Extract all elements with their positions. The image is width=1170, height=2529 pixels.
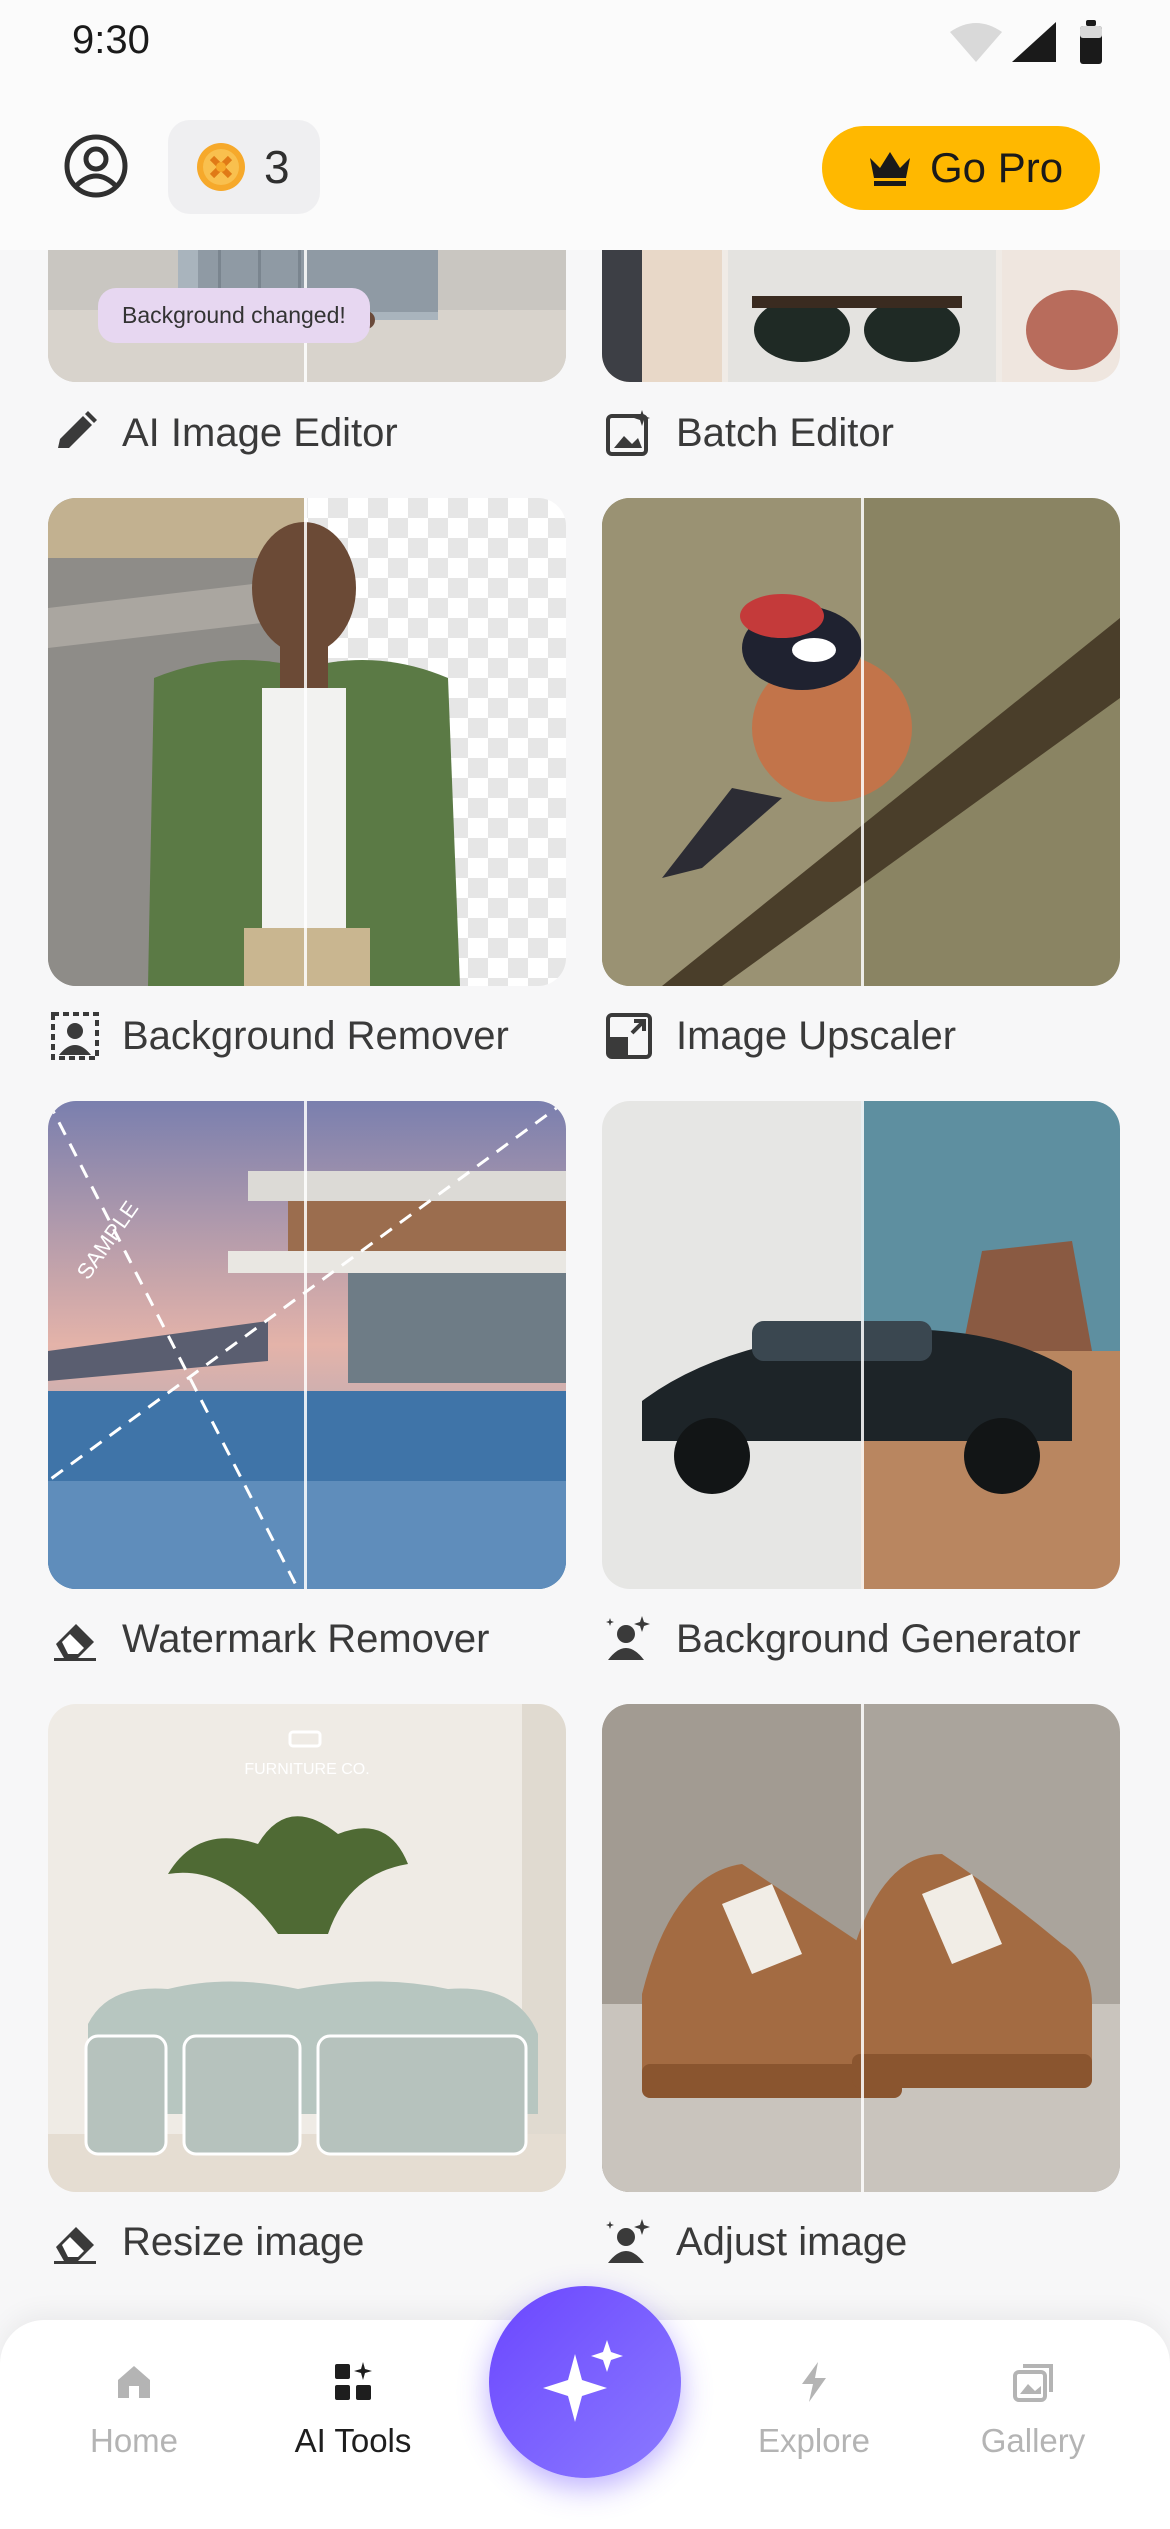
tool-card-background-remover[interactable] — [48, 498, 566, 986]
tool-caption-background-remover[interactable]: Background Remover — [50, 1001, 509, 1071]
sparkle-icon — [543, 2340, 623, 2422]
tool-caption-image-upscaler[interactable]: Image Upscaler — [604, 1001, 956, 1071]
nav-item-home[interactable]: Home — [54, 2360, 214, 2460]
pencil-icon — [58, 411, 97, 448]
status-toast: Background changed! — [98, 288, 370, 343]
tool-label: Background Generator — [676, 1616, 1081, 1661]
nav-label: Gallery — [980, 2422, 1086, 2459]
lightning-icon — [802, 2362, 826, 2402]
eraser-icon — [54, 1624, 96, 1661]
gallery-icon — [1013, 2364, 1053, 2402]
credits-badge[interactable]: 3 — [168, 120, 320, 214]
watermark-remover-preview: SAMPLE — [48, 1101, 566, 1589]
profile-icon[interactable] — [62, 132, 130, 200]
tool-label: Image Upscaler — [676, 1013, 957, 1058]
ai-create-fab[interactable] — [489, 2286, 681, 2478]
coin-icon — [197, 143, 245, 191]
nav-label: Explore — [758, 2422, 870, 2459]
tool-label: Resize image — [122, 2219, 365, 2264]
batch-editor-preview — [602, 250, 1120, 382]
expand-image-icon — [606, 1013, 652, 1059]
nav-item-explore[interactable]: Explore — [734, 2360, 894, 2460]
go-pro-button[interactable]: Go Pro — [822, 126, 1100, 210]
tool-card-ai-image-editor[interactable]: Background changed! — [48, 250, 566, 382]
apps-icon — [335, 2362, 372, 2400]
tool-caption-resize-image[interactable]: Resize image — [50, 2207, 364, 2277]
top-header: 3 Go Pro — [0, 90, 1170, 250]
go-pro-label: Go Pro — [930, 144, 1064, 191]
nav-item-gallery[interactable]: Gallery — [953, 2360, 1113, 2460]
tool-card-background-generator[interactable] — [602, 1101, 1120, 1589]
tool-caption-batch-editor[interactable]: Batch Editor — [604, 398, 894, 468]
home-icon — [118, 2366, 150, 2398]
tool-caption-adjust-image[interactable]: Adjust image — [604, 2207, 907, 2277]
person-sparkle-icon — [606, 1616, 650, 1660]
crown-icon — [870, 152, 910, 186]
person-sparkle-icon — [606, 2219, 650, 2263]
tool-card-watermark-remover[interactable]: SAMPLE — [48, 1101, 566, 1589]
eraser-icon — [54, 2227, 96, 2264]
tool-label: Adjust image — [676, 2219, 908, 2264]
nav-label: Home — [89, 2422, 179, 2459]
tool-label: Watermark Remover — [122, 1616, 490, 1661]
credits-count: 3 — [264, 141, 290, 193]
tool-label: Background Remover — [122, 1013, 509, 1058]
tool-card-adjust-image[interactable] — [602, 1704, 1120, 2192]
nav-label: AI Tools — [294, 2422, 412, 2459]
furniture-brand-text: FURNITURE CO. — [244, 1761, 369, 1778]
tool-card-resize-image[interactable]: FURNITURE CO. — [48, 1704, 566, 2192]
tool-caption-background-generator[interactable]: Background Generator — [604, 1604, 1081, 1674]
image-sparkle-icon — [606, 410, 650, 456]
tool-label: AI Image Editor — [122, 410, 398, 455]
tool-card-image-upscaler[interactable] — [602, 498, 1120, 986]
tool-caption-watermark-remover[interactable]: Watermark Remover — [50, 1604, 489, 1674]
person-background-icon — [51, 1012, 99, 1060]
tools-grid: Background changed! AI Image Editor Batc… — [0, 0, 1170, 2529]
tool-caption-ai-image-editor[interactable]: AI Image Editor — [50, 398, 398, 468]
resize-image-preview: FURNITURE CO. — [48, 1704, 566, 2192]
nav-item-ai-tools[interactable]: AI Tools — [273, 2360, 433, 2460]
background-remover-preview — [48, 498, 566, 986]
tool-label: Batch Editor — [676, 410, 894, 455]
tool-card-batch-editor[interactable] — [602, 250, 1120, 382]
